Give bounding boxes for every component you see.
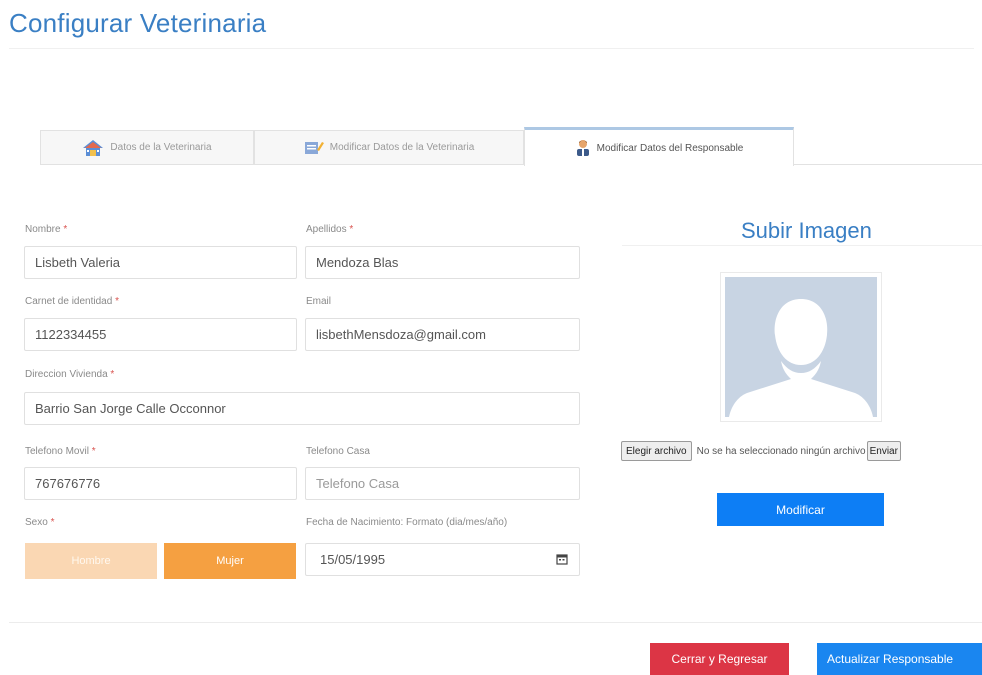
direccion-input[interactable]: Barrio San Jorge Calle Occonnor [24, 392, 580, 425]
fecha-nacimiento-value: 15/05/1995 [320, 552, 386, 567]
send-file-button[interactable]: Enviar [866, 441, 901, 461]
close-and-return-button[interactable]: Cerrar y Regresar [650, 643, 789, 675]
tab-datos-veterinaria[interactable]: Datos de la Veterinaria [40, 130, 254, 164]
email-label: Email [306, 296, 332, 307]
telefono-casa-label: Telefono Casa [306, 446, 370, 457]
house-icon [82, 139, 104, 157]
apellidos-label: Apellidos * [306, 224, 354, 235]
tab-modificar-responsable[interactable]: Modificar Datos del Responsable [524, 127, 794, 166]
nombre-input[interactable]: Lisbeth Valeria [24, 246, 297, 279]
sexo-hombre-button[interactable]: Hombre [25, 543, 157, 579]
fecha-nacimiento-label: Fecha de Nacimiento: Formato (dia/mes/añ… [306, 517, 508, 528]
email-input[interactable]: lisbethMensdoza@gmail.com [305, 318, 580, 351]
telefono-casa-input[interactable]: Telefono Casa [305, 467, 580, 500]
tab-label: Modificar Datos del Responsable [596, 142, 744, 154]
tab-bar: Datos de la Veterinaria Modificar Datos … [40, 127, 982, 166]
sexo-label: Sexo * [25, 517, 55, 528]
direccion-label: Direccion Vivienda * [25, 369, 115, 380]
upload-divider [622, 245, 982, 246]
title-divider [9, 48, 974, 49]
upload-title: Subir Imagen [741, 218, 872, 243]
avatar-placeholder-icon [725, 277, 877, 417]
modify-image-button[interactable]: Modificar [717, 493, 884, 526]
carnet-label: Carnet de identidad * [25, 296, 119, 307]
avatar-frame [720, 272, 882, 422]
file-upload-row: Elegir archivo No se ha seleccionado nin… [621, 440, 901, 462]
telefono-movil-input[interactable]: 767676776 [24, 467, 297, 500]
no-file-text: No se ha seleccionado ningún archivo [696, 445, 866, 457]
calendar-icon[interactable] [556, 553, 568, 568]
telefono-movil-label: Telefono Movil * [25, 446, 96, 457]
tab-label: Datos de la Veterinaria [110, 142, 212, 153]
tab-bar-baseline [40, 164, 982, 165]
update-responsible-button[interactable]: Actualizar Responsable [817, 643, 982, 675]
user-icon [575, 139, 591, 157]
choose-file-button[interactable]: Elegir archivo [621, 441, 692, 461]
footer-divider [9, 622, 982, 623]
apellidos-input[interactable]: Mendoza Blas [305, 246, 580, 279]
tab-label: Modificar Datos de la Veterinaria [329, 142, 475, 153]
fecha-nacimiento-input[interactable]: 15/05/1995 [305, 543, 580, 576]
tab-modificar-veterinaria[interactable]: Modificar Datos de la Veterinaria [254, 130, 524, 164]
sexo-mujer-button[interactable]: Mujer [164, 543, 296, 579]
carnet-input[interactable]: 1122334455 [24, 318, 297, 351]
nombre-label: Nombre * [25, 224, 68, 235]
page-title: Configurar Veterinaria [9, 8, 267, 38]
edit-document-icon [304, 140, 324, 156]
